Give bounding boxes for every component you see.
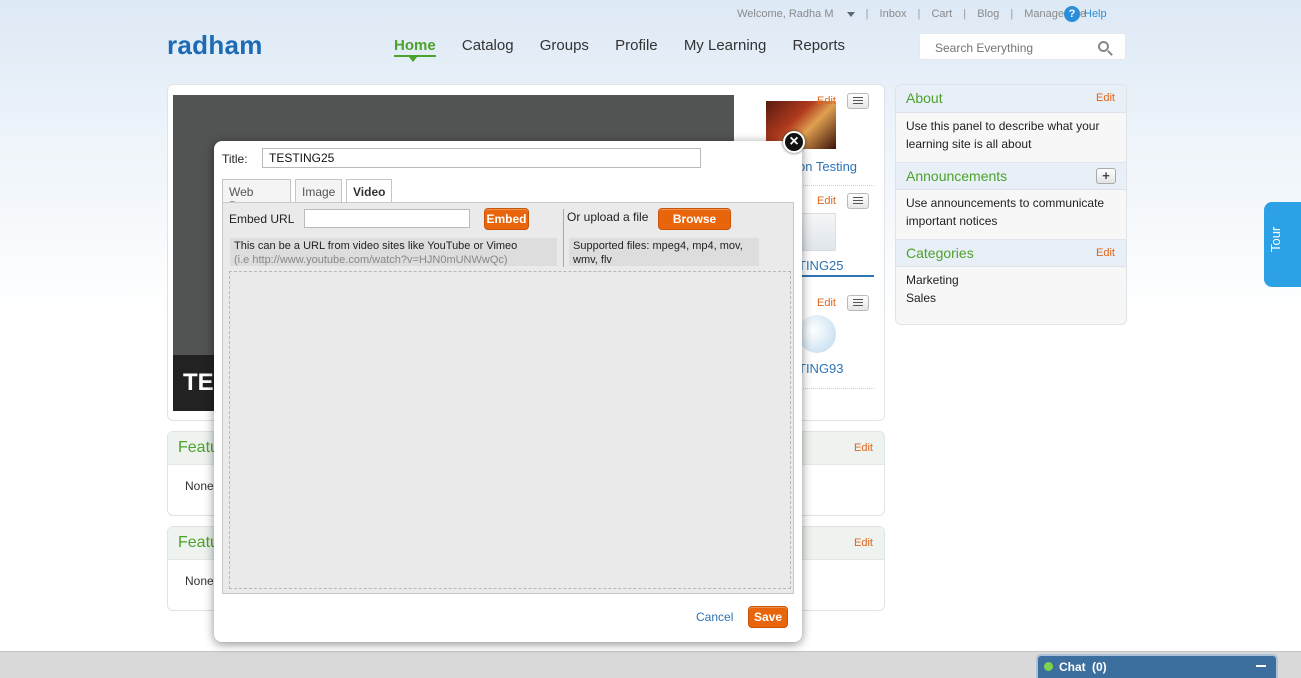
announcements-text: Use announcements to communicate importa… — [906, 196, 1105, 228]
blog-link[interactable]: Blog — [977, 8, 999, 20]
upload-label: Or upload a file — [567, 210, 649, 224]
tour-label: Tour — [1268, 226, 1283, 252]
nav-groups[interactable]: Groups — [540, 37, 589, 54]
category-item[interactable]: Marketing — [906, 271, 1121, 289]
media-edit-dialog: Title: Web Page Image Video Embed URL Em… — [214, 141, 802, 642]
video-preview-area — [229, 271, 791, 589]
nav-home[interactable]: Home — [394, 37, 436, 62]
user-menu-chevron-down-icon[interactable] — [846, 11, 855, 17]
nav-reports[interactable]: Reports — [793, 37, 846, 54]
category-item[interactable]: Sales — [906, 289, 1121, 307]
chat-label: Chat — [1059, 660, 1086, 674]
featured-body-2: None — [185, 574, 214, 588]
tour-tab[interactable]: Tour — [1264, 202, 1301, 287]
main-nav: Home Catalog Groups Profile My Learning … — [394, 37, 867, 62]
embed-hint-text: This can be a URL from video sites like … — [234, 240, 518, 252]
featured-body-1: None — [185, 479, 214, 493]
featured-title-2: Featu — [178, 534, 219, 551]
title-label: Title: — [222, 152, 248, 166]
nav-profile[interactable]: Profile — [615, 37, 658, 54]
supported-files-text: Supported files: mpeg4, mp4, mov, wmv, f… — [569, 238, 759, 266]
search-input[interactable] — [933, 40, 1093, 56]
side-item-label-2[interactable]: TING25 — [798, 258, 844, 273]
announcements-header: Announcements + — [896, 162, 1126, 190]
welcome-text: Welcome, Radha M — [737, 8, 834, 21]
announcements-title: Announcements — [906, 168, 1008, 184]
nav-catalog[interactable]: Catalog — [462, 37, 514, 54]
categories-list: Marketing Sales — [906, 271, 1121, 307]
side-item-thumbnail-2[interactable] — [798, 213, 836, 251]
inbox-link[interactable]: Inbox — [880, 8, 907, 20]
side-item-menu-icon-2[interactable] — [847, 193, 869, 209]
side-item-edit-2[interactable]: Edit — [817, 195, 836, 207]
categories-edit-link[interactable]: Edit — [1096, 247, 1115, 259]
chat-count: (0) — [1092, 660, 1107, 674]
search-box — [919, 33, 1126, 60]
side-item-edit-1[interactable]: Edit — [817, 95, 836, 107]
tab-image[interactable]: Image — [295, 179, 342, 203]
nav-my-learning[interactable]: My Learning — [684, 37, 767, 54]
close-icon[interactable]: × — [783, 131, 805, 153]
utility-bar: Welcome, Radha M | Inbox | Cart | Blog |… — [737, 8, 1086, 21]
right-sidebar: About Edit Use this panel to describe wh… — [895, 84, 1127, 325]
side-item-thumbnail-3[interactable] — [798, 315, 836, 353]
search-icon[interactable] — [1098, 41, 1109, 52]
embed-hint-example: (i.e http://www.youtube.com/watch?v=HJN0… — [234, 254, 508, 266]
embed-url-input[interactable] — [304, 209, 470, 228]
side-item-edit-3[interactable]: Edit — [817, 297, 836, 309]
side-item-label-3[interactable]: TING93 — [798, 361, 844, 376]
about-title: About — [906, 90, 943, 106]
about-edit-link[interactable]: Edit — [1096, 92, 1115, 104]
tab-web-page[interactable]: Web Page — [222, 179, 291, 213]
featured-edit-1[interactable]: Edit — [854, 442, 873, 454]
title-input[interactable] — [262, 148, 701, 168]
minimize-icon[interactable] — [1256, 665, 1266, 667]
help-link[interactable]: ? Help — [1064, 6, 1107, 22]
side-item-menu-icon-3[interactable] — [847, 295, 869, 311]
embed-url-label: Embed URL — [229, 212, 295, 226]
side-item-menu-icon-1[interactable] — [847, 93, 869, 109]
embed-button[interactable]: Embed — [484, 208, 529, 230]
categories-title: Categories — [906, 245, 974, 261]
featured-title-1: Featu — [178, 439, 219, 456]
save-button[interactable]: Save — [748, 606, 788, 628]
side-item-label-1[interactable]: on Testing — [798, 159, 857, 174]
embed-hint: This can be a URL from video sites like … — [230, 238, 557, 266]
browse-button[interactable]: Browse — [658, 208, 731, 230]
cancel-link[interactable]: Cancel — [696, 610, 733, 624]
video-tab-panel: Embed URL Embed This can be a URL from v… — [222, 202, 794, 594]
categories-header: Categories Edit — [896, 239, 1126, 267]
add-announcement-plus-icon[interactable]: + — [1096, 168, 1116, 184]
help-label: Help — [1084, 7, 1107, 20]
help-icon: ? — [1064, 6, 1080, 22]
cart-link[interactable]: Cart — [931, 8, 952, 20]
about-header: About Edit — [896, 85, 1126, 113]
chat-bar[interactable]: Chat (0) — [1036, 654, 1278, 678]
featured-edit-2[interactable]: Edit — [854, 537, 873, 549]
tab-video[interactable]: Video — [346, 179, 392, 204]
online-status-icon — [1044, 662, 1053, 671]
divider — [563, 209, 564, 267]
about-text: Use this panel to describe what your lea… — [906, 119, 1100, 151]
site-logo[interactable]: radham — [167, 30, 263, 61]
